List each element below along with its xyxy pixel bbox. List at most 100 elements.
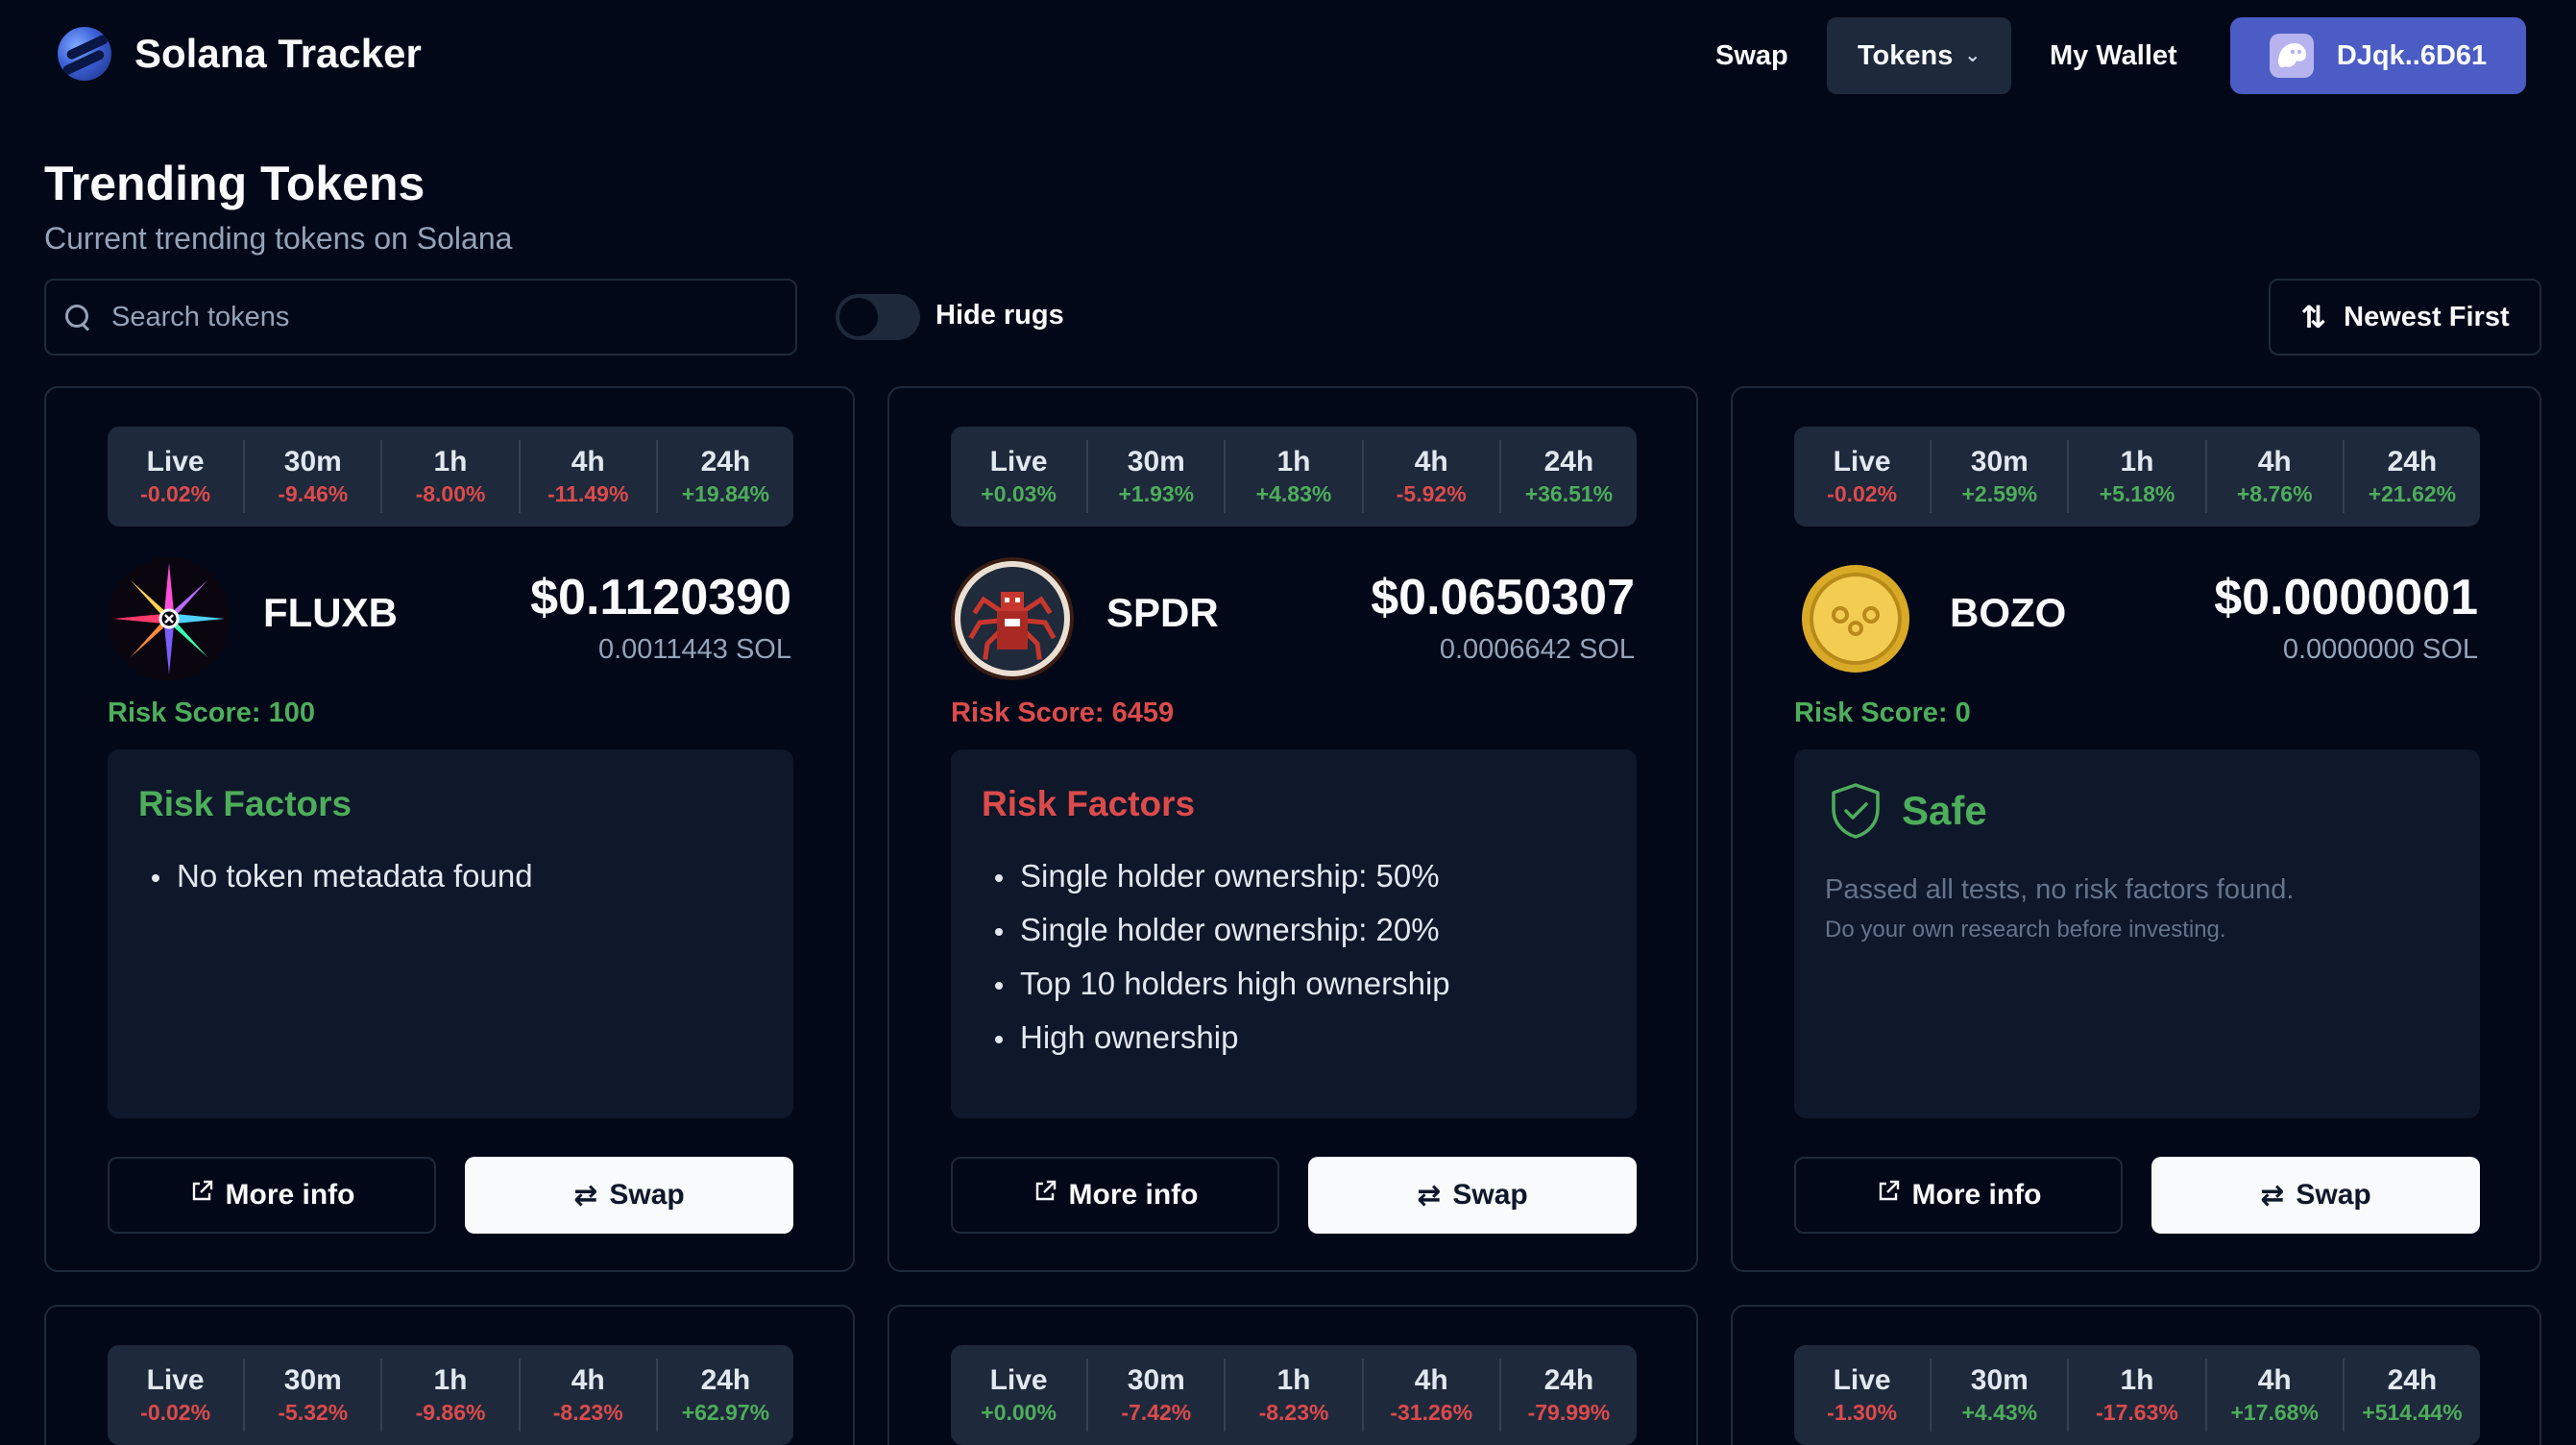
period-24h: 24h +19.84%: [658, 440, 793, 513]
external-link-icon: [1876, 1179, 1901, 1212]
token-logo: [951, 557, 1074, 680]
period-label: 4h: [1414, 1364, 1448, 1396]
risk-factors-list: Single holder ownership: 50% Single hold…: [982, 849, 1450, 1065]
swap-arrows-icon: ⇄: [2260, 1179, 2285, 1212]
period-change: +8.76%: [2236, 481, 2313, 506]
token-symbol: SPDR: [1106, 590, 1219, 635]
risk-factors-panel: Risk Factors Single holder ownership: 50…: [951, 749, 1637, 1118]
period-change: +36.51%: [1524, 481, 1614, 506]
period-change: +17.68%: [2230, 1400, 2319, 1425]
risk-factors-title: Risk Factors: [138, 784, 352, 823]
period-24h: 24h +62.97%: [658, 1359, 793, 1432]
period-4h: 4h -31.26%: [1364, 1359, 1501, 1432]
token-card: Live -0.02% 30m +2.59% 1h +5.18% 4h +8.76% 2…: [1731, 386, 2541, 1272]
risk-factor-item: High ownership: [982, 1011, 1450, 1065]
period-4h: 4h +17.68%: [2207, 1359, 2345, 1432]
token-price: $0.1120390: [530, 570, 791, 625]
period-change: -9.46%: [278, 481, 349, 506]
period-1h: 1h -8.00%: [382, 440, 521, 513]
period-live: Live +0.03%: [951, 440, 1089, 513]
period-change: -5.92%: [1396, 481, 1467, 506]
period-1h: 1h -17.63%: [2069, 1359, 2207, 1432]
period-label: 30m: [1127, 446, 1185, 478]
period-4h: 4h +8.76%: [2207, 440, 2345, 513]
more-info-button[interactable]: More info: [1794, 1157, 2123, 1234]
hide-rugs-label: Hide rugs: [936, 300, 1064, 331]
token-price-sol: 0.0000000 SOL: [2282, 634, 2478, 665]
period-30m: 30m +2.59%: [1932, 440, 2070, 513]
period-24h: 24h -79.99%: [1501, 1359, 1637, 1432]
period-change: -79.99%: [1527, 1400, 1611, 1425]
period-label: Live: [146, 1364, 205, 1396]
period-change: +0.03%: [981, 481, 1057, 506]
swap-button[interactable]: ⇄ Swap: [2151, 1157, 2480, 1234]
period-change: +4.43%: [1961, 1400, 2038, 1425]
period-label: 30m: [1970, 1364, 2029, 1396]
period-label: 4h: [2257, 1364, 2292, 1396]
shield-check-icon: [1829, 782, 1883, 840]
sort-button[interactable]: ⇅ Newest First: [2269, 279, 2541, 355]
safe-title: Safe: [1902, 788, 1987, 833]
safe-description: Passed all tests, no risk factors found.: [1825, 874, 2295, 905]
period-change: +4.83%: [1255, 481, 1332, 506]
period-change: -8.00%: [415, 481, 486, 506]
risk-score: Risk Score: 0: [1794, 698, 1971, 728]
period-change: +19.84%: [681, 481, 770, 506]
period-change: +0.00%: [981, 1400, 1057, 1425]
period-label: 30m: [283, 446, 342, 478]
period-label: 24h: [2387, 446, 2438, 478]
risk-score: Risk Score: 6459: [951, 698, 1175, 728]
swap-button[interactable]: ⇄ Swap: [465, 1157, 793, 1234]
nav-tokens-dropdown[interactable]: Tokens ⌄: [1827, 17, 2012, 94]
token-price-sol: 0.0011443 SOL: [597, 634, 791, 665]
price-change-bar: Live +0.00% 30m -7.42% 1h -8.23% 4h -31.26% …: [951, 1345, 1637, 1445]
brand[interactable]: Solana Tracker: [58, 27, 422, 81]
price-change-bar: Live -0.02% 30m -9.46% 1h -8.00% 4h -11.49% …: [108, 427, 793, 527]
price-change-bar: Live -1.30% 30m +4.43% 1h -17.63% 4h +17.68%…: [1794, 1345, 2480, 1445]
period-label: 1h: [1276, 1364, 1311, 1396]
period-change: -7.42%: [1121, 1400, 1192, 1425]
period-change: +5.18%: [2099, 481, 2175, 506]
period-live: Live -0.02%: [108, 440, 246, 513]
period-label: 24h: [2387, 1364, 2438, 1396]
price-change-bar: Live +0.03% 30m +1.93% 1h +4.83% 4h -5.92% 2…: [951, 427, 1637, 527]
swap-label: Swap: [1452, 1179, 1528, 1211]
period-change: +62.97%: [681, 1400, 770, 1425]
risk-factors-title: Risk Factors: [982, 784, 1196, 823]
token-card: Live -1.30% 30m +4.43% 1h -17.63% 4h +17.68%…: [1731, 1305, 2541, 1445]
more-info-button[interactable]: More info: [108, 1157, 436, 1234]
period-24h: 24h +21.62%: [2345, 440, 2480, 513]
more-info-button[interactable]: More info: [951, 1157, 1279, 1234]
nav-swap-link[interactable]: Swap: [1715, 17, 1788, 94]
solana-logo-icon: [58, 27, 111, 81]
period-live: Live +0.00%: [951, 1359, 1089, 1432]
page-title: Trending Tokens: [44, 157, 425, 210]
period-label: 24h: [1543, 446, 1594, 478]
nav-my-wallet-link[interactable]: My Wallet: [2050, 17, 2177, 94]
swap-label: Swap: [2296, 1179, 2371, 1211]
phantom-wallet-icon: [2269, 34, 2314, 78]
risk-score: Risk Score: 100: [108, 698, 316, 728]
external-link-icon: [189, 1179, 214, 1212]
wallet-button[interactable]: DJqk..6D61: [2230, 17, 2526, 94]
period-change: -9.86%: [415, 1400, 486, 1425]
period-1h: 1h +4.83%: [1226, 440, 1364, 513]
brand-name: Solana Tracker: [134, 31, 422, 76]
token-card: Live -0.02% 30m -5.32% 1h -9.86% 4h -8.23% 2…: [44, 1305, 855, 1445]
swap-button[interactable]: ⇄ Swap: [1308, 1157, 1637, 1234]
period-24h: 24h +36.51%: [1501, 440, 1637, 513]
swap-label: Swap: [609, 1179, 685, 1211]
period-label: 30m: [1127, 1364, 1185, 1396]
period-label: 1h: [433, 446, 468, 478]
price-change-bar: Live -0.02% 30m -5.32% 1h -9.86% 4h -8.23% 2…: [108, 1345, 793, 1445]
period-change: -1.30%: [1827, 1400, 1898, 1425]
token-card: Live +0.03% 30m +1.93% 1h +4.83% 4h -5.92% 2…: [887, 386, 1698, 1272]
search-box[interactable]: [44, 279, 797, 355]
search-input[interactable]: [111, 301, 765, 333]
period-change: +514.44%: [2362, 1400, 2463, 1425]
hide-rugs-toggle[interactable]: [836, 294, 920, 340]
risk-factor-item: No token metadata found: [138, 849, 533, 903]
more-info-label: More info: [1068, 1179, 1199, 1211]
token-logo: [1794, 557, 1917, 680]
period-label: Live: [146, 446, 205, 478]
